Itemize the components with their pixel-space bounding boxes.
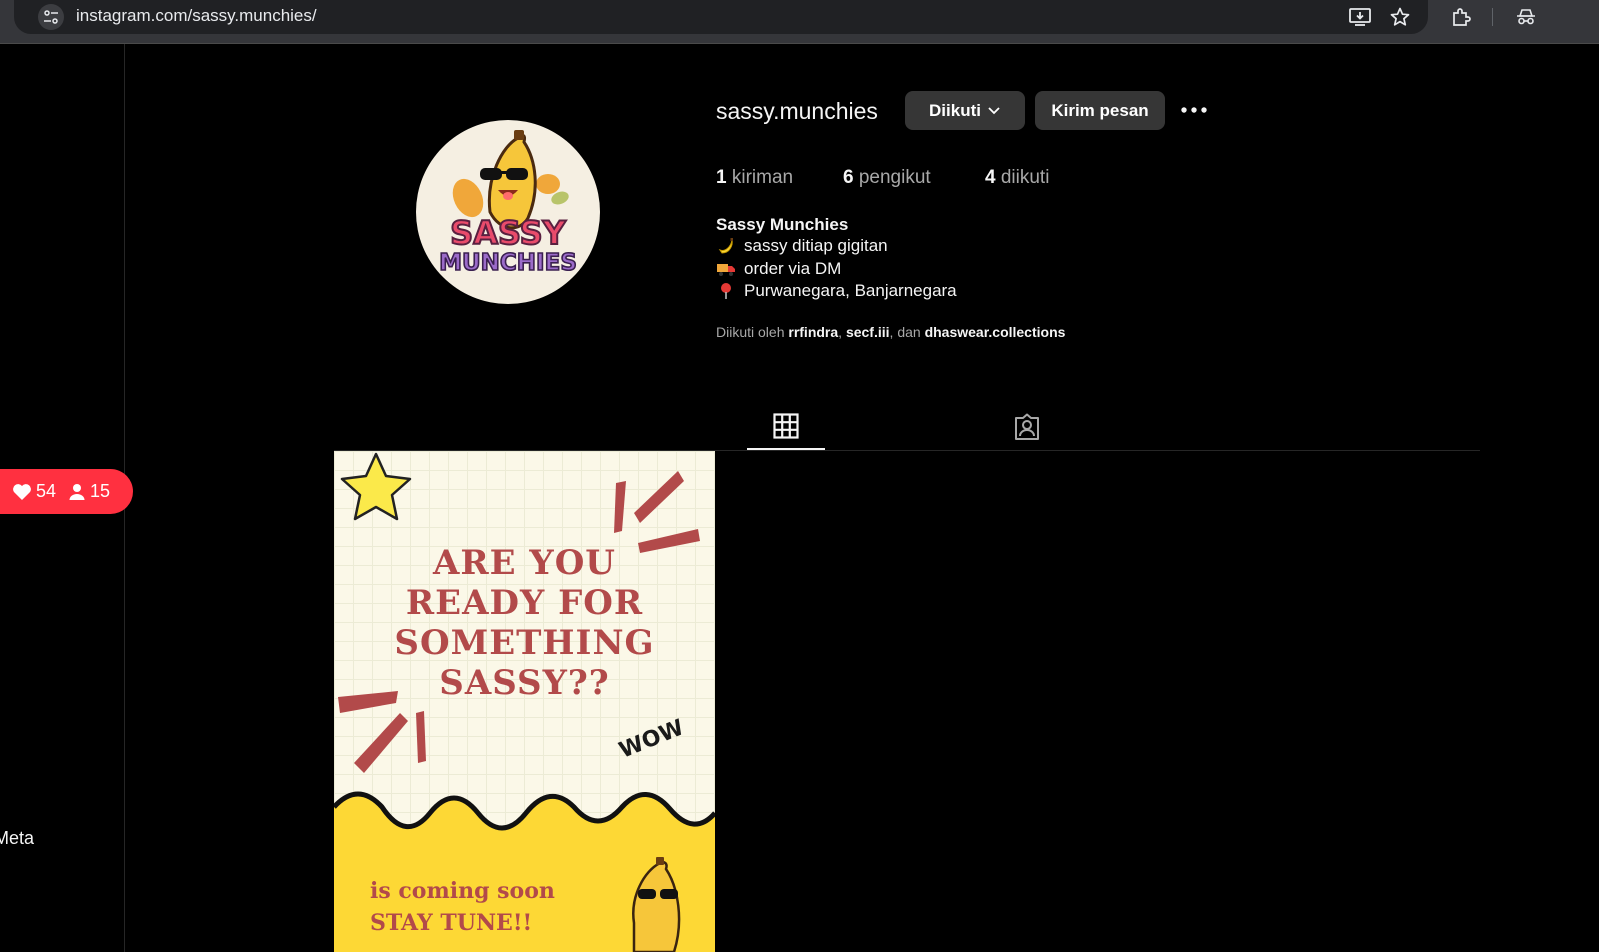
banana-icon [716, 237, 736, 255]
avatar-brand-line2: MUNCHIES [439, 250, 577, 276]
following-label: diikuti [1000, 167, 1050, 188]
following-button[interactable]: Diikuti [905, 91, 1025, 130]
stat-following[interactable]: 4 diikuti [985, 167, 1049, 189]
bio-line-2: order via DM [716, 259, 841, 279]
profile-username: sassy.munchies [716, 98, 878, 124]
meta-footer-text[interactable]: Meta [0, 828, 34, 849]
post-headline-line: SASSY?? [439, 663, 610, 703]
bookmark-star-icon[interactable] [1386, 3, 1414, 31]
person-icon [69, 483, 85, 500]
posts-count: 1 [716, 167, 727, 188]
bio-line-3: Purwanegara, Banjarnegara [716, 281, 957, 301]
tagged-user-icon [1015, 413, 1039, 440]
followers-count: 6 [843, 167, 854, 188]
mutual-follower-1[interactable]: rrfindra [788, 324, 838, 340]
posts-label: kiriman [731, 167, 794, 188]
url-text[interactable]: instagram.com/sassy.munchies/ [76, 6, 317, 26]
install-app-icon[interactable] [1346, 3, 1374, 31]
bio-location: Purwanegara, Banjarnegara [744, 281, 957, 300]
mutual-follower-2[interactable]: secf.iii [846, 324, 890, 340]
bio-display-name: Sassy Munchies [716, 215, 849, 234]
post-headline-line: SOMETHING [394, 623, 655, 663]
followed-by-prefix: Diikuti oleh [716, 324, 785, 340]
stat-posts: 1 kiriman [716, 167, 793, 189]
post-headline-line: ARE YOU [433, 543, 616, 583]
profile-avatar[interactable]: SASSY MUNCHIES [416, 120, 600, 304]
extensions-icon[interactable] [1447, 3, 1475, 31]
followers-label: pengikut [858, 167, 931, 188]
followed-by-text[interactable]: Diikuti oleh rrfindra, secf.iii, dan dha… [716, 324, 1065, 340]
followed-by-conj: , dan [889, 324, 921, 340]
grid-icon [773, 413, 799, 439]
send-message-button[interactable]: Kirim pesan [1035, 91, 1165, 130]
incognito-icon[interactable] [1512, 3, 1540, 31]
delivery-truck-icon [716, 261, 736, 277]
post-headline: ARE YOU READY FOR SOMETHING SASSY?? [334, 543, 715, 703]
post-headline-line: READY FOR [405, 583, 644, 623]
bio-order-info: order via DM [744, 259, 842, 278]
activity-notification-badge[interactable]: 54 15 [0, 469, 133, 514]
star-icon [340, 452, 412, 521]
address-bar[interactable]: instagram.com/sassy.munchies/ [14, 0, 1428, 34]
bio-line-1: sassy ditiap gigitan [716, 236, 888, 256]
stat-followers[interactable]: 6 pengikut [843, 167, 931, 189]
post-subline-2: STAY TUNE!! [370, 910, 533, 936]
tab-tagged[interactable] [988, 404, 1066, 450]
post-subline-1: is coming soon [370, 878, 555, 904]
following-button-label: Diikuti [929, 100, 981, 120]
followers-notification-count: 15 [90, 481, 111, 501]
likes-count: 54 [36, 481, 57, 501]
post-thumbnail[interactable]: ARE YOU READY FOR SOMETHING SASSY?? WOW … [334, 451, 715, 952]
post-subline: is coming soon STAY TUNE!! [370, 875, 555, 939]
location-pin-icon [716, 282, 736, 300]
mutual-follower-3[interactable]: dhaswear.collections [925, 324, 1066, 340]
browser-toolbar: instagram.com/sassy.munchies/ [0, 0, 1599, 44]
toolbar-separator [1492, 8, 1493, 26]
bio-tagline: sassy ditiap gigitan [744, 236, 888, 255]
site-info-icon[interactable] [38, 4, 64, 30]
more-options-icon[interactable] [1178, 96, 1210, 124]
chevron-down-icon [988, 106, 1000, 114]
avatar-brand-line1: SASSY [450, 214, 566, 252]
following-count: 4 [985, 167, 996, 188]
heart-icon [13, 483, 31, 500]
tab-posts[interactable] [747, 404, 825, 450]
